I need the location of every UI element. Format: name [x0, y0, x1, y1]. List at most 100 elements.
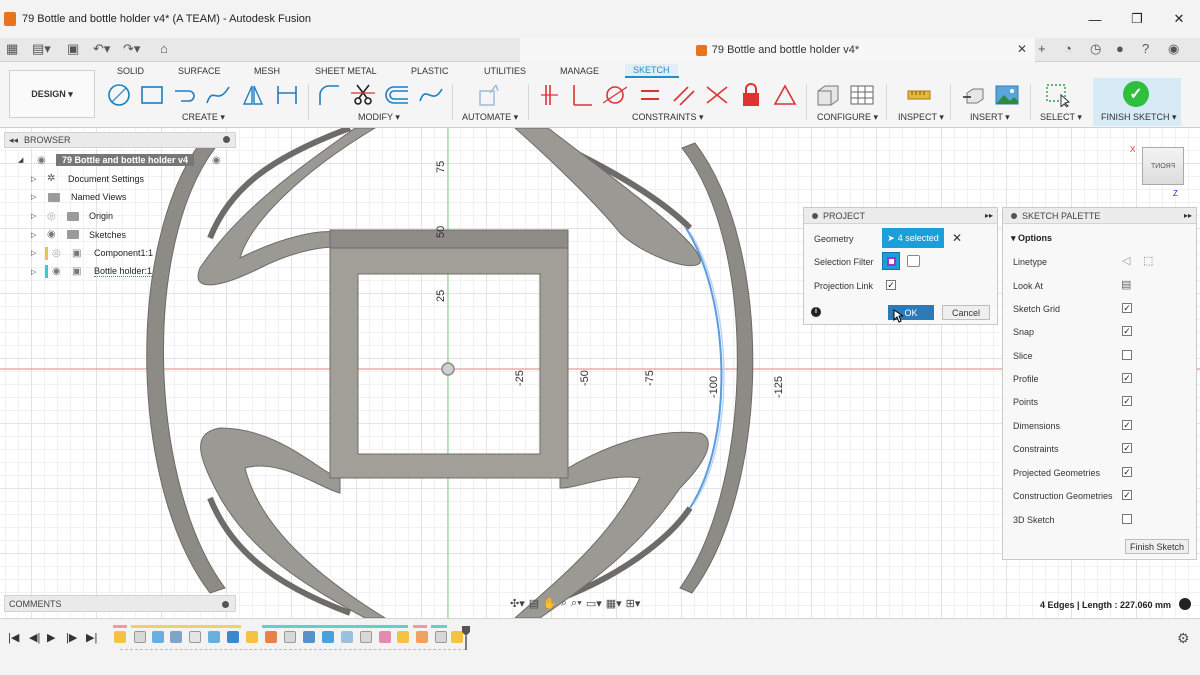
timeline-feature-icon[interactable] [189, 631, 201, 643]
minimize-button[interactable]: — [1074, 0, 1116, 38]
palette-expand-icon[interactable]: ▸▸ [1184, 211, 1192, 220]
workspace-switcher[interactable]: DESIGN ▾ [9, 70, 95, 118]
specified-entities-filter-button[interactable] [882, 252, 900, 270]
line-tool-icon[interactable] [172, 83, 198, 107]
display-settings-icon[interactable]: ▭▾ [586, 597, 602, 610]
zoom-icon[interactable]: ⌕ [561, 597, 567, 610]
browser-item-component1[interactable]: ▷ ◎ ▣ Component1:1 [4, 244, 236, 263]
viewports-icon[interactable]: ⊞▾ [626, 597, 641, 610]
close-window-button[interactable]: ✕ [1158, 0, 1200, 38]
options-section-header[interactable]: ▾ Options [1011, 233, 1052, 244]
tab-plastic[interactable]: PLASTIC [411, 66, 449, 76]
select-group-label[interactable]: SELECT ▾ [1040, 112, 1082, 123]
expand-triangle-icon[interactable]: ◢ [18, 156, 23, 164]
dimensions-checkbox[interactable]: ✓ [1122, 420, 1132, 430]
expand-triangle-icon[interactable]: ▷ [31, 175, 36, 183]
construction-geometries-checkbox[interactable]: ✓ [1122, 490, 1132, 500]
viewcube[interactable]: FRONT [1142, 147, 1184, 185]
projection-link-checkbox[interactable]: ✓ [886, 280, 896, 290]
mirror-tool-icon[interactable] [240, 83, 266, 107]
insert-mesh-icon[interactable] [961, 83, 987, 107]
browser-root-row[interactable]: ◢ ◉ 79 Bottle and bottle holder v4 ◉ [4, 151, 236, 170]
help-icon[interactable]: ? [1142, 41, 1149, 56]
equal-constraint-icon[interactable] [637, 83, 663, 107]
app-grid-icon[interactable]: ▦ [6, 41, 18, 57]
timeline-feature-icon[interactable] [227, 631, 239, 643]
timeline-feature-icon[interactable] [322, 631, 334, 643]
new-tab-icon[interactable]: + [1038, 41, 1046, 56]
perpendicular-constraint-icon[interactable] [569, 83, 595, 107]
origin-point[interactable] [441, 362, 455, 376]
centerline-linetype-icon[interactable]: ⬚ [1143, 254, 1153, 267]
geometry-selection-button[interactable]: ➤ 4 selected [882, 228, 944, 248]
zoom-window-icon[interactable]: ⌕▾ [571, 597, 582, 610]
collinear-constraint-icon[interactable] [704, 83, 730, 107]
extensions-icon[interactable]: ◔ [1064, 41, 1072, 56]
collapse-browser-icon[interactable]: ◂◂ [9, 135, 18, 146]
configure-group-label[interactable]: CONFIGURE ▾ [817, 112, 878, 123]
timeline-feature-icon[interactable] [397, 631, 409, 643]
automate-group-label[interactable]: AUTOMATE ▾ [462, 112, 518, 123]
timeline-first-icon[interactable]: |◀ [8, 631, 19, 644]
timeline-feature-icon[interactable] [284, 631, 296, 643]
comments-panel[interactable]: COMMENTS [4, 595, 236, 612]
user-avatar-icon[interactable]: ◉ [1168, 41, 1179, 57]
status-indicator-icon[interactable] [1179, 598, 1191, 610]
snap-checkbox[interactable]: ✓ [1122, 326, 1132, 336]
notifications-icon[interactable]: ● [1116, 41, 1124, 56]
tab-solid[interactable]: SOLID [117, 66, 144, 76]
pan-hand-icon[interactable]: ✋ [543, 597, 557, 610]
profile-checkbox[interactable]: ✓ [1122, 373, 1132, 383]
tab-mesh[interactable]: MESH [254, 66, 280, 76]
palette-pin-icon[interactable] [1011, 212, 1017, 219]
timeline-feature-icon[interactable] [208, 631, 220, 643]
timeline-feature-icon[interactable] [303, 631, 315, 643]
insert-group-label[interactable]: INSERT ▾ [970, 112, 1010, 123]
activate-radio-icon[interactable]: ◉ [212, 155, 221, 166]
coincident-constraint-icon[interactable] [537, 83, 563, 107]
constraints-group-label[interactable]: CONSTRAINTS ▾ [632, 112, 704, 123]
grid-settings-icon[interactable]: ▦▾ [606, 597, 622, 610]
measure-tool-icon[interactable] [906, 83, 932, 107]
3d-sketch-checkbox[interactable] [1122, 514, 1132, 524]
home-icon[interactable]: ⌂ [160, 41, 168, 56]
timeline-feature-icon[interactable] [170, 631, 182, 643]
sketch-grid-checkbox[interactable]: ✓ [1122, 303, 1132, 313]
maximize-button[interactable]: ❐ [1116, 0, 1158, 38]
timeline-feature-icon[interactable] [152, 631, 164, 643]
configure-table-icon[interactable] [849, 83, 875, 107]
spline-tool-icon[interactable] [205, 83, 231, 107]
palette-finish-sketch-button[interactable]: Finish Sketch [1125, 539, 1189, 554]
sketch-palette-header[interactable]: SKETCH PALETTE ▸▸ [1003, 208, 1196, 224]
construction-linetype-icon[interactable]: ◁ [1122, 254, 1130, 267]
visibility-eye-icon[interactable]: ◉ [52, 266, 61, 277]
fix-constraint-lock-icon[interactable] [738, 83, 764, 107]
trim-tool-icon[interactable] [350, 83, 376, 107]
hidden-eye-icon[interactable]: ◎ [47, 211, 56, 222]
symmetry-constraint-icon[interactable] [772, 83, 798, 107]
slice-checkbox[interactable] [1122, 350, 1132, 360]
select-window-icon[interactable] [1045, 83, 1071, 107]
tab-manage[interactable]: MANAGE [560, 66, 599, 76]
browser-item-sketches[interactable]: ▷ ◉ Sketches [4, 225, 236, 244]
clear-selection-icon[interactable]: ✕ [952, 231, 962, 245]
timeline-feature-icon[interactable] [246, 631, 258, 643]
configure-box-icon[interactable] [815, 83, 841, 107]
finish-sketch-button[interactable]: ✓ FINISH SKETCH ▾ [1093, 78, 1181, 126]
dialog-pin-icon[interactable] [812, 212, 818, 219]
timeline-next-icon[interactable]: |▶ [66, 631, 77, 644]
redo-icon[interactable]: ↷▾ [123, 41, 140, 57]
visibility-eye-icon[interactable]: ◉ [37, 155, 46, 166]
constraints-checkbox[interactable]: ✓ [1122, 443, 1132, 453]
timeline-feature-icon[interactable] [265, 631, 277, 643]
browser-pin-icon[interactable] [223, 136, 230, 143]
offset-tool-icon[interactable] [384, 83, 410, 107]
modify-group-label[interactable]: MODIFY ▾ [358, 112, 400, 123]
expand-triangle-icon[interactable]: ▷ [31, 193, 36, 201]
timeline-feature-icon[interactable] [416, 631, 428, 643]
browser-item-bottle-holder[interactable]: ▷ ◉ ▣ Bottle holder:1 [4, 263, 236, 282]
timeline-previous-icon[interactable]: ◀| [29, 631, 40, 644]
browser-item-named-views[interactable]: ▷ Named Views [4, 188, 236, 207]
timeline-play-icon[interactable]: ▶ [47, 631, 55, 644]
visibility-eye-icon[interactable]: ◉ [47, 229, 56, 240]
